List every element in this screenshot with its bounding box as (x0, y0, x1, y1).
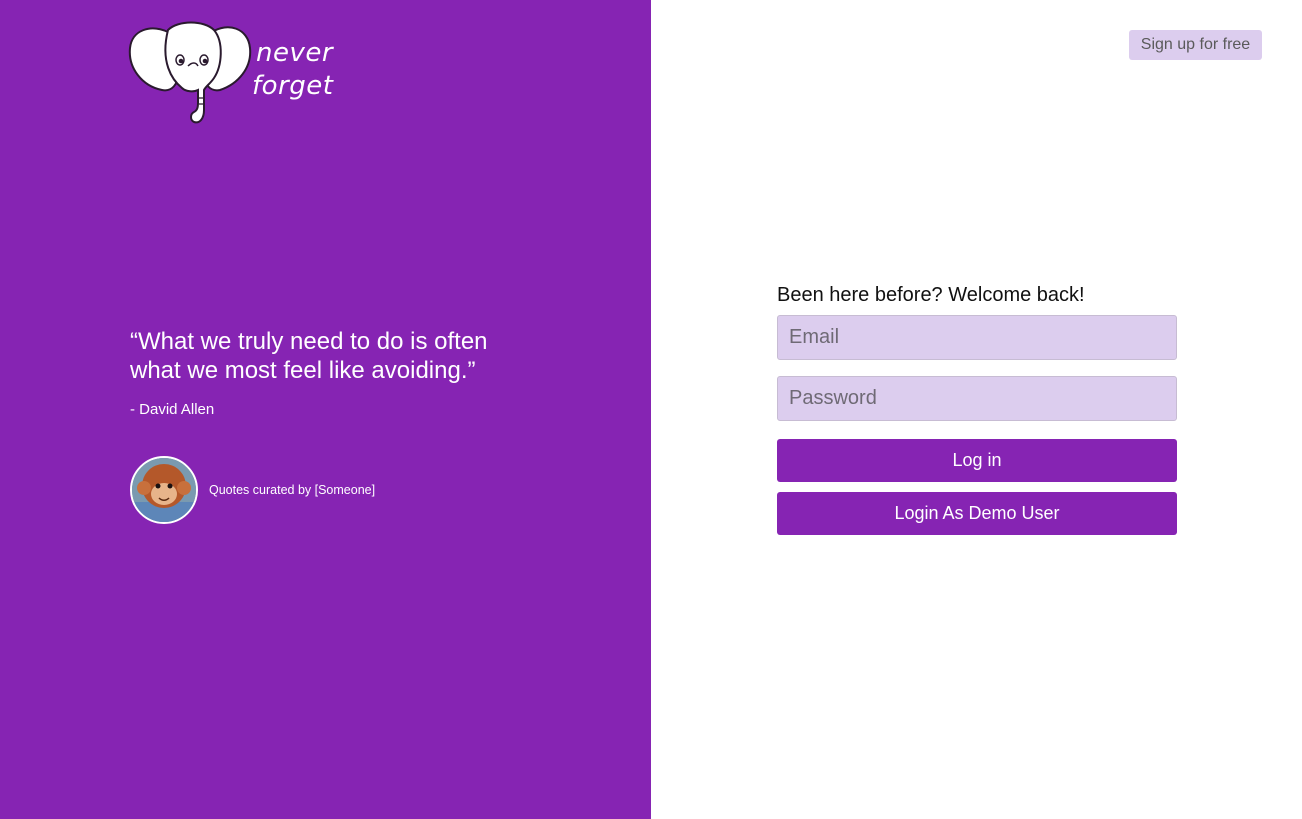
login-button[interactable]: Log in (777, 439, 1177, 482)
curator-text: Quotes curated by [Someone] (209, 482, 376, 497)
password-field[interactable] (777, 376, 1177, 421)
logo[interactable]: never forget (128, 18, 338, 126)
logo-text-never: never (256, 38, 334, 68)
quote-author: - David Allen (130, 401, 215, 418)
login-page: never forget “What we truly need to do i… (0, 0, 1302, 819)
brand-panel: never forget “What we truly need to do i… (0, 0, 651, 819)
welcome-heading: Been here before? Welcome back! (777, 284, 1085, 306)
monkey-avatar-icon (132, 458, 196, 522)
email-field[interactable] (777, 315, 1177, 360)
curator: Quotes curated by [Someone] (130, 456, 375, 524)
elephant-icon (128, 21, 252, 124)
logo-text-forget: forget (252, 71, 334, 101)
quote-text: “What we truly need to do is often what … (130, 328, 488, 384)
avatar (130, 456, 198, 524)
demo-login-button[interactable]: Login As Demo User (777, 492, 1177, 535)
signup-button[interactable]: Sign up for free (1129, 30, 1262, 60)
